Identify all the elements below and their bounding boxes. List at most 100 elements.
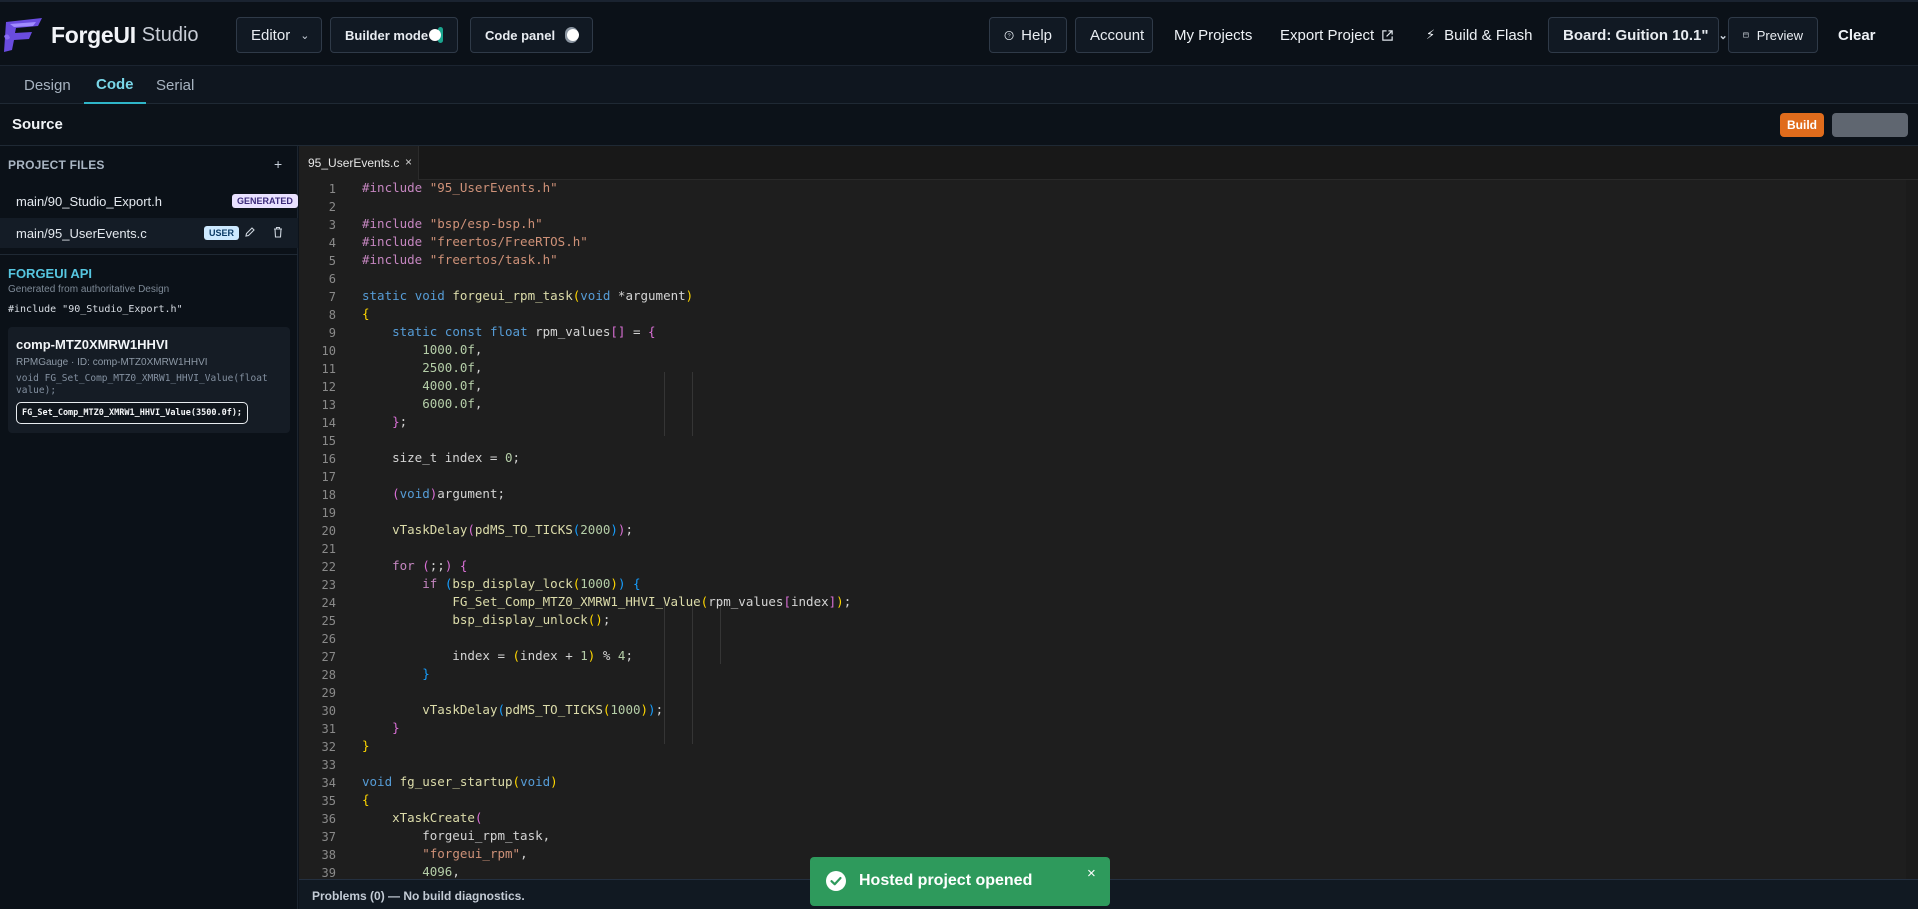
line-number: 33 — [321, 758, 336, 772]
close-icon[interactable]: × — [405, 155, 412, 169]
clear-button[interactable]: Clear — [1838, 17, 1876, 53]
my-projects-link[interactable]: My Projects — [1174, 17, 1252, 53]
line-number: 6 — [328, 272, 336, 286]
problems-status: Problems (0) — No build diagnostics. — [312, 889, 525, 903]
component-call-snippet[interactable]: FG_Set_Comp_MTZ0_XMRW1_HHVI_Value(3500.0… — [16, 402, 249, 424]
line-number: 20 — [321, 524, 336, 538]
code-line: 6000.0f, — [422, 396, 483, 411]
help-label: Help — [1021, 26, 1052, 44]
edit-icon[interactable] — [244, 226, 256, 241]
code-line: vTaskDelay(pdMS_TO_TICKS(1000)); — [422, 702, 664, 717]
my-projects-label: My Projects — [1174, 26, 1253, 44]
line-number: 30 — [321, 704, 336, 718]
component-card: comp-MTZ0XMRW1HHVI RPMGauge · ID: comp-M… — [8, 327, 290, 433]
line-number: 17 — [321, 470, 336, 484]
tab-label: Serial — [156, 76, 195, 94]
code-line: 1000.0f, — [422, 342, 483, 357]
code-line: vTaskDelay(pdMS_TO_TICKS(2000)); — [392, 522, 633, 537]
toast-message: Hosted project opened — [859, 872, 1033, 889]
file-item[interactable]: main/90_Studio_Export.h GENERATED — [0, 186, 298, 216]
code-line: } — [362, 738, 370, 753]
code-line: static const float rpm_values[] = { — [392, 324, 656, 339]
line-number: 19 — [321, 506, 336, 520]
account-button[interactable]: Account — [1075, 17, 1153, 53]
export-project-label: Export Project — [1280, 26, 1375, 44]
project-sidebar: PROJECT FILES + main/90_Studio_Export.h … — [0, 146, 298, 909]
line-number: 39 — [321, 866, 336, 879]
tab-code[interactable]: Code — [84, 66, 146, 104]
export-project-link[interactable]: Export Project — [1280, 17, 1394, 53]
line-number: 10 — [321, 344, 336, 358]
code-line: { — [362, 306, 370, 321]
line-number: 23 — [321, 578, 336, 592]
code-line: #include "95_UserEvents.h" — [362, 180, 558, 195]
code-line: index = (index + 1) % 4; — [362, 648, 633, 663]
code-line: }; — [392, 414, 408, 429]
code-line: 2500.0f, — [422, 360, 483, 375]
builder-mode-toggle[interactable]: Builder mode — [330, 17, 458, 53]
code-panel-label: Code panel — [485, 27, 556, 43]
secondary-action-button[interactable] — [1832, 113, 1908, 137]
editor-dropdown[interactable]: Editor ⌄ — [236, 17, 322, 53]
line-number: 1 — [328, 182, 336, 196]
code-line: for (;;) { — [392, 558, 468, 573]
chevron-down-icon: ⌄ — [1718, 29, 1728, 42]
tab-serial[interactable]: Serial — [156, 66, 194, 104]
tab-label: Design — [24, 76, 71, 94]
help-button[interactable]: ? Help — [989, 17, 1067, 53]
help-icon: ? — [1004, 30, 1014, 40]
line-number: 14 — [321, 416, 336, 430]
builder-mode-switch[interactable] — [429, 27, 443, 43]
code-panel-toggle[interactable]: Code panel — [470, 17, 593, 53]
component-signature: void FG_Set_Comp_MTZ0_XMRW1_HHVI_Value(f… — [16, 373, 268, 396]
line-number: 35 — [321, 794, 336, 808]
external-link-icon — [1382, 29, 1393, 41]
line-number: 38 — [321, 848, 336, 862]
editor-tab[interactable]: 95_UserEvents.c × — [299, 146, 419, 180]
line-number: 31 — [321, 722, 336, 736]
board-select[interactable]: Board: Guition 10.1" ⌄ — [1548, 17, 1728, 53]
tab-label: Code — [96, 75, 134, 93]
preview-icon — [1743, 32, 1749, 38]
build-flash-button[interactable]: ⚡︎ Build & Flash — [1426, 17, 1533, 53]
trash-icon[interactable] — [272, 226, 284, 241]
line-number: 4 — [328, 236, 336, 250]
file-item[interactable]: main/95_UserEvents.c USER — [0, 218, 298, 248]
editor-tab-bar: 95_UserEvents.c × — [299, 146, 1918, 180]
code-line: size_t index = 0; — [362, 450, 521, 465]
clear-label: Clear — [1838, 26, 1876, 44]
forge-logo-icon — [4, 18, 42, 52]
svg-text:?: ? — [1007, 33, 1010, 39]
editor-scrollbar[interactable] — [1906, 180, 1918, 879]
app-logo[interactable]: ForgeUI Studio — [2, 14, 202, 56]
indent-guide — [692, 600, 693, 744]
add-file-button[interactable]: + — [274, 156, 282, 172]
line-number: 16 — [321, 452, 336, 466]
line-number: 12 — [321, 380, 336, 394]
source-header: Source Build — [0, 104, 1918, 146]
code-line: #include "freertos/task.h" — [362, 252, 558, 267]
code-line: { — [362, 792, 370, 807]
check-circle-icon — [826, 871, 846, 891]
line-number: 29 — [321, 686, 336, 700]
code-line: #include "bsp/esp-bsp.h" — [362, 216, 543, 231]
code-line: if (bsp_display_lock(1000)) { — [422, 576, 641, 591]
close-icon[interactable]: × — [1087, 865, 1096, 882]
build-button[interactable]: Build — [1780, 113, 1824, 137]
line-number: 11 — [321, 362, 336, 376]
api-include: #include "90_Studio_Export.h" — [8, 304, 183, 315]
line-number: 37 — [321, 830, 336, 844]
line-number: 15 — [321, 434, 336, 448]
line-number: 9 — [328, 326, 336, 340]
line-number: 32 — [321, 740, 336, 754]
code-line: } — [392, 720, 400, 735]
code-editor[interactable]: 1 2 3 4 5 6 7 8 9 10 11 12 13 14 15 16 17 18 19 20 21 22 23 24 2… — [299, 180, 1906, 879]
code-line: #include "freertos/FreeRTOS.h" — [362, 234, 588, 249]
board-select-label: Board: Guition 10.1" — [1563, 26, 1709, 44]
tab-design[interactable]: Design — [24, 66, 71, 104]
code-panel-switch[interactable] — [565, 27, 580, 43]
builder-mode-label: Builder mode — [345, 27, 429, 43]
preview-button[interactable]: Preview — [1728, 17, 1818, 53]
line-number: 25 — [321, 614, 336, 628]
code-line: (void)argument; — [392, 486, 506, 501]
